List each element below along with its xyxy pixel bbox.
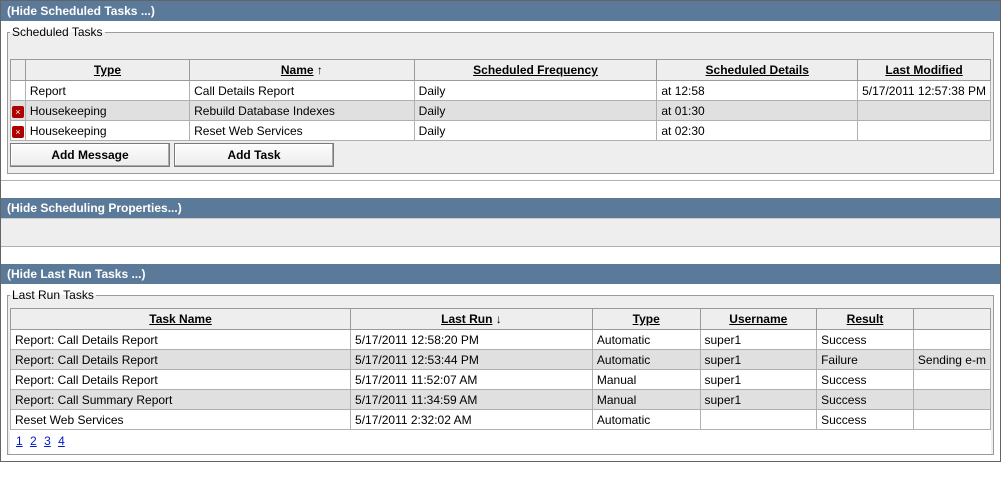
- table-row[interactable]: ReportCall Details ReportDailyat 12:585/…: [11, 81, 991, 101]
- cell-last: 5/17/2011 11:34:59 AM: [351, 390, 593, 410]
- col-task-name[interactable]: Task Name: [11, 309, 351, 330]
- table-row[interactable]: Reset Web Services5/17/2011 2:32:02 AMAu…: [11, 410, 991, 430]
- cell-type: Manual: [592, 390, 700, 410]
- table-row[interactable]: ×HousekeepingRebuild Database IndexesDai…: [11, 101, 991, 121]
- cell-extra: [913, 410, 990, 430]
- cell-details: at 02:30: [657, 121, 858, 141]
- table-row[interactable]: Report: Call Details Report5/17/2011 12:…: [11, 330, 991, 350]
- cell-extra: [913, 370, 990, 390]
- cell-name: Reset Web Services: [11, 410, 351, 430]
- cell-name: Report: Call Summary Report: [11, 390, 351, 410]
- cell-result: Failure: [817, 350, 914, 370]
- scheduled-tasks-table: Type Name ↑ Scheduled Frequency Schedule…: [10, 59, 991, 141]
- pager-link[interactable]: 3: [44, 434, 51, 448]
- col-icon: [11, 60, 26, 81]
- error-icon: ×: [12, 126, 24, 138]
- cell-user: [700, 410, 817, 430]
- cell-name: Report: Call Details Report: [11, 370, 351, 390]
- cell-extra: [913, 330, 990, 350]
- properties-placeholder: [1, 218, 1000, 246]
- last-run-header-row: Task Name Last Run ↓ Type Username Resul…: [11, 309, 991, 330]
- col-last-run[interactable]: Last Run ↓: [351, 309, 593, 330]
- col-result[interactable]: Result: [817, 309, 914, 330]
- scheduled-tasks-fieldset: Scheduled Tasks Type Name ↑ Scheduled Fr…: [7, 25, 994, 174]
- hide-scheduling-properties-bar[interactable]: (Hide Scheduling Properties...): [1, 198, 1000, 218]
- cell-name: Rebuild Database Indexes: [190, 101, 415, 121]
- col-name[interactable]: Name ↑: [190, 60, 415, 81]
- cell-freq: Daily: [414, 121, 657, 141]
- cell-modified: [858, 101, 991, 121]
- add-task-button[interactable]: Add Task: [174, 143, 334, 167]
- cell-extra: [913, 390, 990, 410]
- cell-last: 5/17/2011 11:52:07 AM: [351, 370, 593, 390]
- cell-result: Success: [817, 390, 914, 410]
- last-run-table: Task Name Last Run ↓ Type Username Resul…: [10, 308, 991, 430]
- col-modified[interactable]: Last Modified: [858, 60, 991, 81]
- sort-down-icon: ↓: [496, 312, 502, 326]
- cell-name: Call Details Report: [190, 81, 415, 101]
- scheduled-tasks-legend: Scheduled Tasks: [10, 25, 105, 39]
- add-message-button[interactable]: Add Message: [10, 143, 170, 167]
- hide-scheduled-tasks-bar[interactable]: (Hide Scheduled Tasks ...): [1, 1, 1000, 21]
- error-icon: ×: [12, 106, 24, 118]
- table-row[interactable]: Report: Call Details Report5/17/2011 12:…: [11, 350, 991, 370]
- cell-type: Report: [25, 81, 189, 101]
- pager-link[interactable]: 1: [16, 434, 23, 448]
- cell-type: Automatic: [592, 330, 700, 350]
- hide-last-run-bar[interactable]: (Hide Last Run Tasks ...): [1, 264, 1000, 284]
- cell-type: Automatic: [592, 410, 700, 430]
- cell-result: Success: [817, 370, 914, 390]
- spacer: [1, 180, 1000, 198]
- cell-last: 5/17/2011 12:58:20 PM: [351, 330, 593, 350]
- cell-user: super1: [700, 350, 817, 370]
- cell-type: Housekeeping: [25, 121, 189, 141]
- sort-up-icon: ↑: [317, 63, 323, 77]
- cell-result: Success: [817, 410, 914, 430]
- row-icon-cell: [11, 81, 26, 101]
- cell-modified: 5/17/2011 12:57:38 PM: [858, 81, 991, 101]
- cell-last: 5/17/2011 2:32:02 AM: [351, 410, 593, 430]
- col-username[interactable]: Username: [700, 309, 817, 330]
- col-type[interactable]: Type: [25, 60, 189, 81]
- last-run-fieldset: Last Run Tasks Task Name Last Run ↓ Type…: [7, 288, 994, 455]
- spacer: [1, 246, 1000, 264]
- col-frequency[interactable]: Scheduled Frequency: [414, 60, 657, 81]
- col-run-type[interactable]: Type: [592, 309, 700, 330]
- cell-freq: Daily: [414, 101, 657, 121]
- cell-result: Success: [817, 330, 914, 350]
- pager-link[interactable]: 4: [58, 434, 65, 448]
- last-run-legend: Last Run Tasks: [10, 288, 96, 302]
- cell-name: Reset Web Services: [190, 121, 415, 141]
- cell-type: Manual: [592, 370, 700, 390]
- col-extra: [913, 309, 990, 330]
- cell-freq: Daily: [414, 81, 657, 101]
- cell-details: at 12:58: [657, 81, 858, 101]
- cell-details: at 01:30: [657, 101, 858, 121]
- table-row[interactable]: Report: Call Details Report5/17/2011 11:…: [11, 370, 991, 390]
- pager: 1 2 3 4: [10, 430, 991, 454]
- pager-link[interactable]: 2: [30, 434, 37, 448]
- cell-type: Housekeeping: [25, 101, 189, 121]
- table-row[interactable]: Report: Call Summary Report5/17/2011 11:…: [11, 390, 991, 410]
- cell-modified: [858, 121, 991, 141]
- cell-last: 5/17/2011 12:53:44 PM: [351, 350, 593, 370]
- cell-type: Automatic: [592, 350, 700, 370]
- cell-name: Report: Call Details Report: [11, 350, 351, 370]
- cell-name: Report: Call Details Report: [11, 330, 351, 350]
- row-icon-cell: ×: [11, 121, 26, 141]
- col-details[interactable]: Scheduled Details: [657, 60, 858, 81]
- scheduled-header-row: Type Name ↑ Scheduled Frequency Schedule…: [11, 60, 991, 81]
- row-icon-cell: ×: [11, 101, 26, 121]
- cell-user: super1: [700, 370, 817, 390]
- cell-extra: Sending e-m: [913, 350, 990, 370]
- cell-user: super1: [700, 390, 817, 410]
- scheduled-button-bar: Add MessageAdd Task: [10, 141, 991, 169]
- table-row[interactable]: ×HousekeepingReset Web ServicesDailyat 0…: [11, 121, 991, 141]
- cell-user: super1: [700, 330, 817, 350]
